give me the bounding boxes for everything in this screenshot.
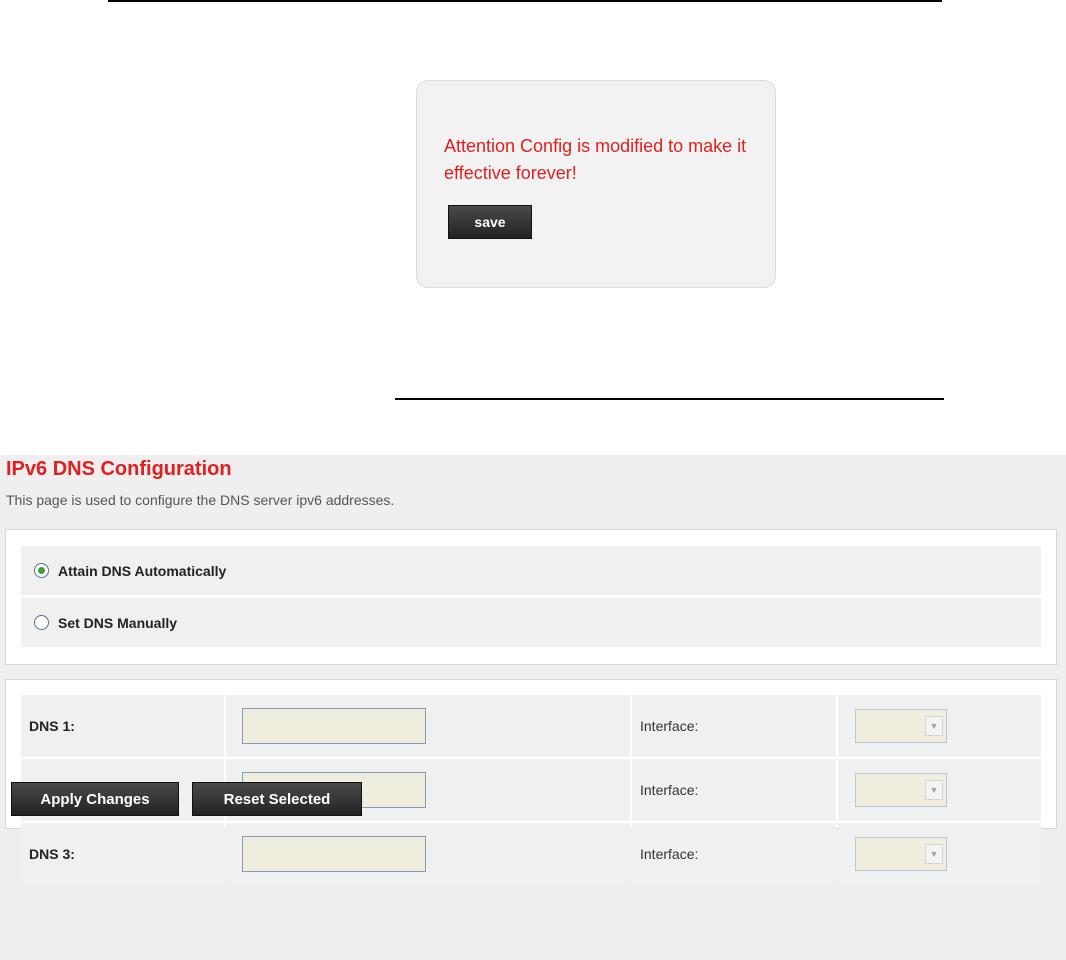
- dns-1-input[interactable]: [242, 708, 426, 744]
- dns-2-interface-select[interactable]: ▼: [855, 773, 947, 807]
- chevron-down-icon[interactable]: ▼: [925, 780, 943, 800]
- dns-1-interface-cell: ▼: [838, 695, 1041, 757]
- save-button[interactable]: save: [448, 205, 532, 239]
- chevron-down-icon[interactable]: ▼: [925, 844, 943, 864]
- dns-3-input-cell: [226, 823, 630, 885]
- dns-3-interface-select[interactable]: ▼: [855, 837, 947, 871]
- dns-mode-card: Attain DNS Automatically Set DNS Manuall…: [5, 529, 1057, 665]
- attain-dns-auto-option[interactable]: Attain DNS Automatically: [21, 546, 1041, 595]
- dns-2-interface-cell: ▼: [838, 759, 1041, 821]
- apply-changes-button[interactable]: Apply Changes: [11, 782, 179, 816]
- radio-unchecked-icon[interactable]: [34, 615, 49, 630]
- dns-3-input[interactable]: [242, 836, 426, 872]
- dns-3-interface-label: Interface:: [632, 823, 836, 885]
- attain-dns-auto-label: Attain DNS Automatically: [58, 562, 227, 579]
- chevron-down-icon[interactable]: ▼: [925, 716, 943, 736]
- dns-row: DNS 3: Interface: ▼: [21, 823, 1041, 885]
- set-dns-manual-label: Set DNS Manually: [58, 614, 178, 631]
- dns-3-label: DNS 3:: [21, 823, 224, 885]
- page-description: This page is used to configure the DNS s…: [6, 492, 395, 508]
- dns-1-interface-select[interactable]: ▼: [855, 709, 947, 743]
- dns-2-interface-label: Interface:: [632, 759, 836, 821]
- top-divider: [108, 0, 942, 2]
- dns-1-label: DNS 1:: [21, 695, 224, 757]
- attention-dialog: Attention Config is modified to make it …: [416, 80, 776, 288]
- middle-divider: [395, 398, 944, 400]
- dns-1-input-cell: [226, 695, 630, 757]
- reset-selected-button[interactable]: Reset Selected: [192, 782, 362, 816]
- dns-row: DNS 1: Interface: ▼: [21, 695, 1041, 757]
- dns-3-interface-cell: ▼: [838, 823, 1041, 885]
- dns-1-interface-label: Interface:: [632, 695, 836, 757]
- ipv6-dns-config-panel: IPv6 DNS Configuration This page is used…: [0, 455, 1066, 960]
- radio-checked-icon[interactable]: [34, 563, 49, 578]
- attention-message: Attention Config is modified to make it …: [444, 136, 747, 183]
- set-dns-manual-option[interactable]: Set DNS Manually: [21, 598, 1041, 647]
- page-title: IPv6 DNS Configuration: [6, 458, 232, 480]
